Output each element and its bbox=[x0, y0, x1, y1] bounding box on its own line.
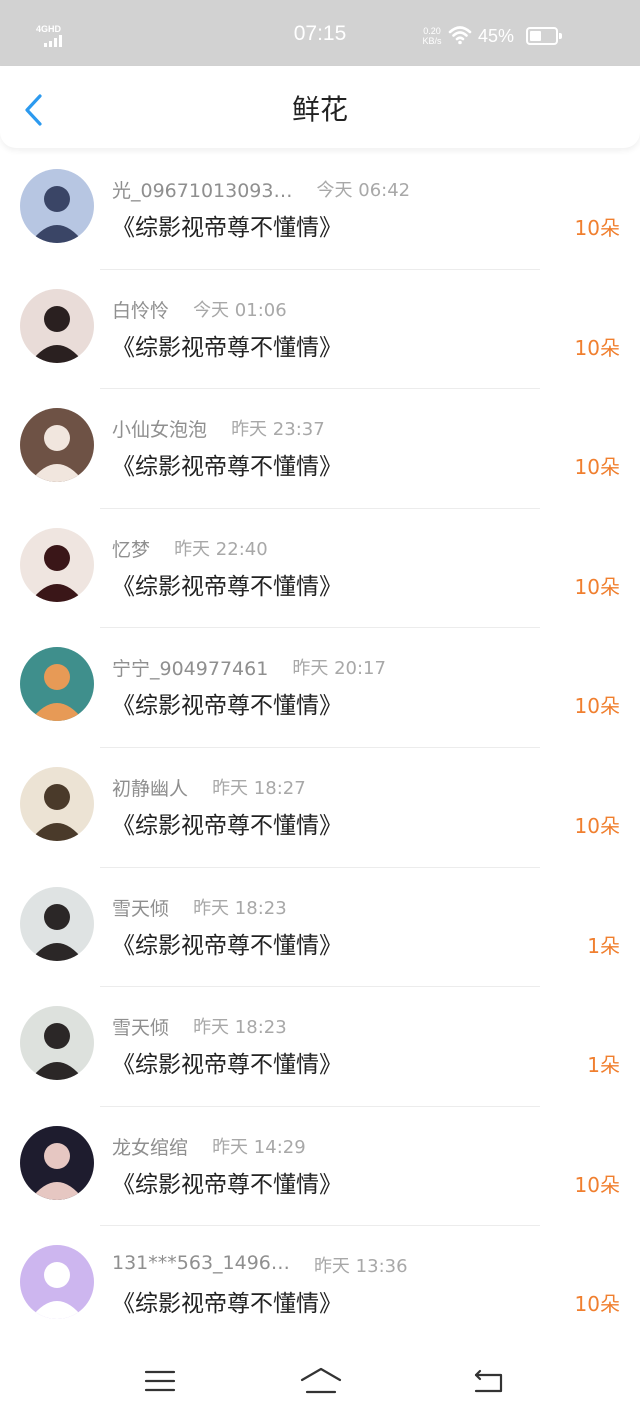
list-item[interactable]: 忆梦 昨天 22:40 《综影视帝尊不懂情》 10朵 bbox=[0, 509, 640, 629]
book-title: 《综影视帝尊不懂情》 bbox=[112, 932, 342, 959]
sender-meta: 白怜怜 今天 01:06 bbox=[112, 296, 287, 322]
avatar[interactable] bbox=[20, 766, 94, 841]
send-time: 昨天 20:17 bbox=[292, 658, 386, 680]
sender-meta: 初静幽人 昨天 18:27 bbox=[112, 774, 306, 800]
avatar-image bbox=[20, 1245, 94, 1320]
battery-level bbox=[530, 31, 541, 41]
sender-name: 光_09671013093… bbox=[112, 180, 293, 202]
send-time: 昨天 18:23 bbox=[193, 897, 287, 919]
sender-meta: 雪天倾 昨天 18:23 bbox=[112, 1013, 287, 1039]
sender-name: 忆梦 bbox=[112, 538, 151, 561]
avatar[interactable] bbox=[20, 1006, 94, 1081]
avatar[interactable] bbox=[20, 1245, 94, 1320]
avatar-image bbox=[20, 766, 94, 841]
send-time: 昨天 13:36 bbox=[313, 1256, 408, 1278]
avatar[interactable] bbox=[20, 1125, 94, 1200]
send-time: 昨天 14:29 bbox=[212, 1136, 306, 1158]
back-nav-button[interactable] bbox=[468, 1366, 508, 1396]
avatar[interactable] bbox=[20, 288, 94, 363]
sender-name: 雪天倾 bbox=[112, 897, 170, 920]
list-item[interactable]: 白怜怜 今天 01:06 《综影视帝尊不懂情》 10朵 bbox=[0, 270, 640, 390]
sender-meta: 小仙女泡泡 昨天 23:37 bbox=[112, 415, 325, 441]
battery-icon bbox=[526, 27, 562, 45]
network-speed: 0.20 KB/s bbox=[416, 26, 448, 46]
list-item[interactable]: 宁宁_904977461 昨天 20:17 《综影视帝尊不懂情》 10朵 bbox=[0, 628, 640, 748]
list-item[interactable]: 光_09671013093… 今天 06:42 《综影视帝尊不懂情》 10朵 bbox=[0, 150, 640, 270]
sender-name: 小仙女泡泡 bbox=[112, 419, 208, 442]
flower-count: 10朵 bbox=[574, 694, 620, 719]
flower-count: 10朵 bbox=[574, 216, 620, 240]
sender-name: 131***563_1496… bbox=[112, 1252, 290, 1275]
send-time: 今天 01:06 bbox=[193, 299, 287, 321]
book-title: 《综影视帝尊不懂情》 bbox=[112, 1291, 342, 1318]
sender-meta: 龙女绾绾 昨天 14:29 bbox=[112, 1133, 306, 1159]
network-speed-unit: KB/s bbox=[422, 36, 442, 46]
avatar-image bbox=[20, 1006, 94, 1081]
flower-count: 10朵 bbox=[574, 813, 620, 838]
header: 鲜花 bbox=[0, 66, 640, 148]
gift-list: 光_09671013093… 今天 06:42 《综影视帝尊不懂情》 10朵 白… bbox=[0, 150, 640, 1346]
sender-name: 宁宁_904977461 bbox=[112, 658, 269, 681]
sender-meta: 光_09671013093… 今天 06:42 bbox=[112, 176, 410, 202]
wifi-icon bbox=[448, 26, 472, 45]
avatar-image bbox=[20, 288, 94, 363]
flower-count: 1朵 bbox=[587, 1053, 620, 1078]
avatar[interactable] bbox=[20, 169, 94, 243]
list-item[interactable]: 龙女绾绾 昨天 14:29 《综影视帝尊不懂情》 10朵 bbox=[0, 1107, 640, 1227]
send-time: 今天 06:42 bbox=[316, 180, 411, 201]
system-nav-bar bbox=[0, 1342, 640, 1422]
sender-meta: 131***563_1496… 昨天 13:36 bbox=[112, 1252, 408, 1278]
menu-button[interactable] bbox=[140, 1366, 180, 1396]
list-item[interactable]: 131***563_1496… 昨天 13:36 《综影视帝尊不懂情》 10朵 bbox=[0, 1226, 640, 1346]
send-time: 昨天 18:27 bbox=[212, 777, 306, 799]
network-speed-value: 0.20 bbox=[423, 26, 441, 36]
avatar-image bbox=[20, 886, 94, 961]
list-item[interactable]: 初静幽人 昨天 18:27 《综影视帝尊不懂情》 10朵 bbox=[0, 748, 640, 868]
avatar[interactable] bbox=[20, 886, 94, 961]
back-icon bbox=[474, 1369, 503, 1393]
sender-meta: 忆梦 昨天 22:40 bbox=[112, 535, 268, 561]
avatar-image bbox=[20, 647, 94, 722]
sender-name: 白怜怜 bbox=[112, 299, 170, 322]
home-icon bbox=[300, 1367, 342, 1394]
avatar[interactable] bbox=[20, 408, 94, 483]
flower-count: 10朵 bbox=[574, 1172, 620, 1197]
book-title: 《综影视帝尊不懂情》 bbox=[112, 1171, 342, 1198]
page-title: 鲜花 bbox=[291, 93, 348, 126]
book-title: 《综影视帝尊不懂情》 bbox=[112, 573, 342, 600]
sender-meta: 宁宁_904977461 昨天 20:17 bbox=[112, 654, 386, 680]
book-title: 《综影视帝尊不懂情》 bbox=[112, 215, 342, 241]
flower-count: 10朵 bbox=[574, 1292, 620, 1317]
sender-meta: 雪天倾 昨天 18:23 bbox=[112, 894, 287, 920]
sender-name: 雪天倾 bbox=[112, 1017, 170, 1040]
book-title: 《综影视帝尊不懂情》 bbox=[112, 454, 342, 481]
avatar[interactable] bbox=[20, 527, 94, 602]
list-item[interactable]: 雪天倾 昨天 18:23 《综影视帝尊不懂情》 1朵 bbox=[0, 868, 640, 988]
book-title: 《综影视帝尊不懂情》 bbox=[112, 334, 342, 361]
menu-icon bbox=[144, 1370, 176, 1392]
list-item[interactable]: 雪天倾 昨天 18:23 《综影视帝尊不懂情》 1朵 bbox=[0, 987, 640, 1107]
avatar-image bbox=[20, 527, 94, 602]
battery-percent: 45% bbox=[478, 26, 515, 46]
flower-count: 10朵 bbox=[574, 455, 620, 480]
send-time: 昨天 23:37 bbox=[231, 419, 325, 441]
avatar-image bbox=[20, 169, 94, 243]
avatar-image bbox=[20, 1125, 94, 1200]
flower-count: 10朵 bbox=[574, 574, 620, 599]
flower-count: 10朵 bbox=[574, 335, 620, 360]
sender-name: 龙女绾绾 bbox=[112, 1136, 189, 1159]
book-title: 《综影视帝尊不懂情》 bbox=[112, 812, 342, 839]
avatar[interactable] bbox=[20, 647, 94, 722]
send-time: 昨天 22:40 bbox=[174, 538, 268, 560]
home-button[interactable] bbox=[299, 1366, 343, 1396]
sender-name: 初静幽人 bbox=[112, 777, 189, 800]
avatar-image bbox=[20, 408, 94, 483]
flower-count: 1朵 bbox=[587, 933, 620, 958]
send-time: 昨天 18:23 bbox=[193, 1017, 287, 1039]
list-item[interactable]: 小仙女泡泡 昨天 23:37 《综影视帝尊不懂情》 10朵 bbox=[0, 389, 640, 509]
book-title: 《综影视帝尊不懂情》 bbox=[112, 1052, 342, 1079]
status-bar: 4GHD 07:15 0.20 KB/s 45% bbox=[0, 0, 640, 66]
book-title: 《综影视帝尊不懂情》 bbox=[112, 693, 342, 720]
